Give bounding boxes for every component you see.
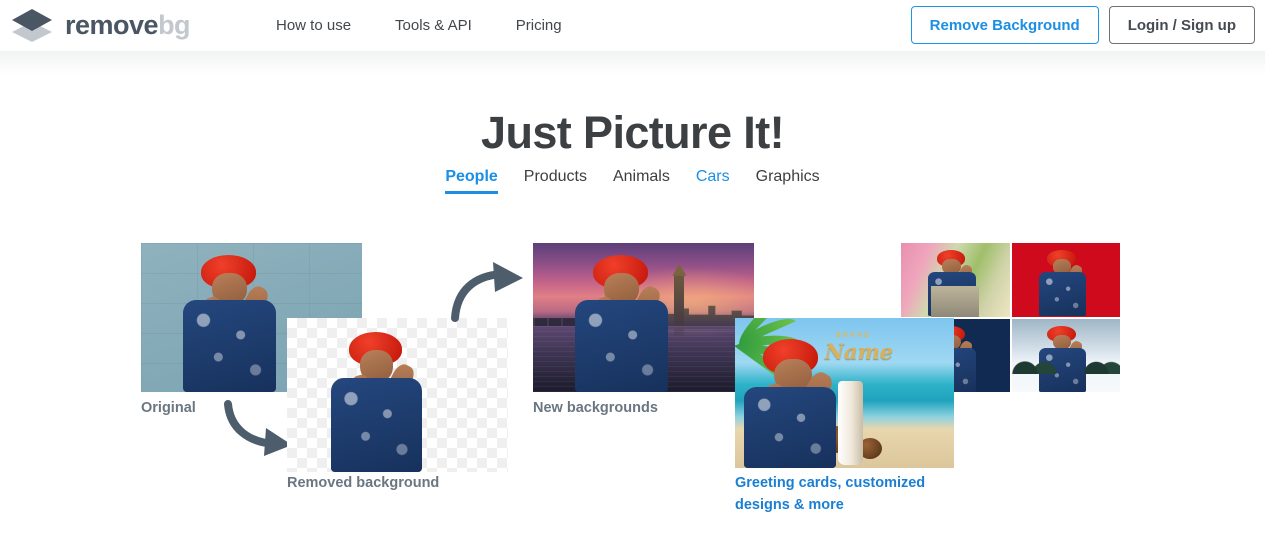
caption-new-backgrounds: New backgrounds (533, 400, 658, 416)
variant-snowy-forest[interactable] (1011, 318, 1120, 392)
variant-solid-red[interactable] (1011, 243, 1120, 317)
person-figure-composited (533, 243, 754, 392)
arrow-up-right-icon (447, 262, 527, 322)
greeting-cards-link[interactable]: Greeting cards, customized designs & mor… (735, 473, 950, 517)
new-background-image[interactable] (533, 243, 754, 392)
caption-removed-background: Removed background (287, 475, 440, 491)
person-figure-cutout (287, 318, 508, 472)
removed-background-image[interactable] (287, 318, 508, 472)
greeting-card-image[interactable]: BRAND Name (735, 318, 954, 468)
showcase: Original Removed background New backgrou… (0, 0, 1265, 536)
person-figure-card (735, 318, 954, 468)
variant-village-street[interactable] (901, 243, 1010, 317)
caption-original: Original (141, 400, 196, 416)
arrow-down-right-icon (218, 398, 298, 456)
page-root: removebg How to use Tools & API Pricing … (0, 0, 1265, 536)
